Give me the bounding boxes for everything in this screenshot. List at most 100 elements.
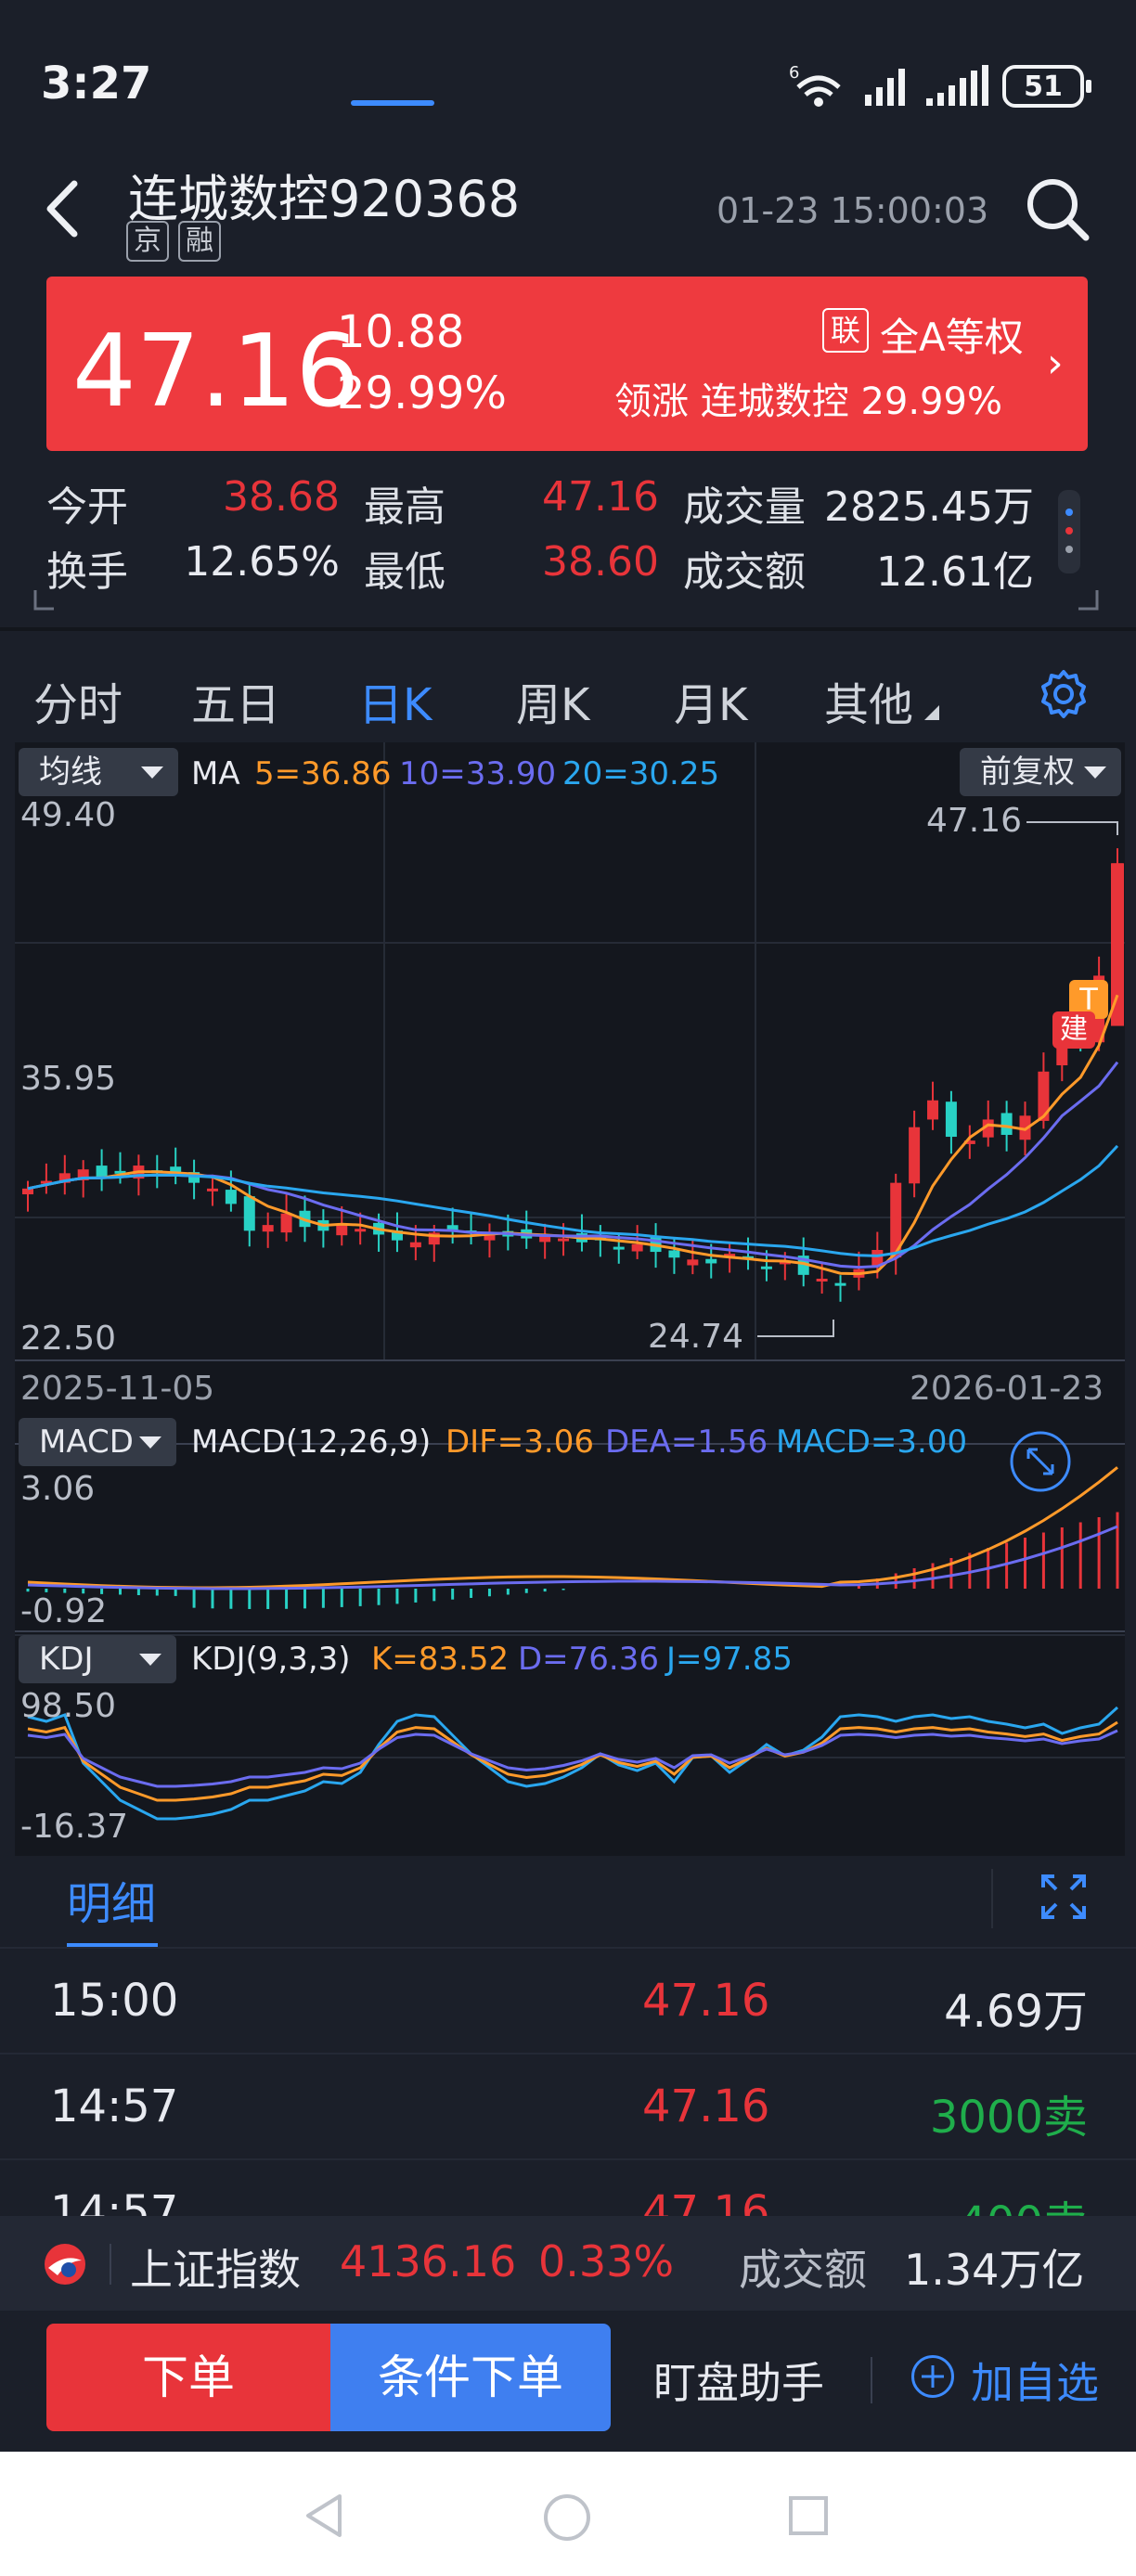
gear-icon[interactable] [1038, 668, 1090, 720]
ma5-value: 5=36.86 [254, 755, 392, 792]
price-axis-mid: 35.95 [20, 1060, 117, 1098]
stat-value-high: 47.16 [542, 473, 659, 521]
candle-body-last [1111, 863, 1124, 1026]
candle-body [243, 1196, 255, 1231]
back-arrow-icon[interactable] [37, 176, 93, 241]
order-button[interactable]: 下单 [46, 2324, 330, 2431]
linked-index-tag: 联 [822, 308, 869, 353]
margin-tag: 融 [178, 221, 221, 262]
candle-body [262, 1225, 274, 1232]
candle-body [206, 1188, 218, 1191]
tab-other[interactable]: 其他 [824, 668, 913, 733]
kdj-dropdown[interactable]: KDJ [19, 1635, 176, 1683]
ma-label: MA [191, 755, 240, 792]
kline-chart [15, 742, 1125, 1821]
search-icon[interactable] [1023, 174, 1091, 243]
nav-back-icon[interactable] [303, 2492, 345, 2539]
index-turnover-label: 成交额 [739, 2245, 867, 2295]
linked-index-name[interactable]: 全A等权 [880, 306, 1024, 363]
candle-body [705, 1258, 717, 1264]
tab-detail[interactable]: 明细 [67, 1867, 156, 1932]
exchange-tag: 京 [126, 221, 169, 262]
nav-home-icon[interactable] [542, 2492, 592, 2543]
chevron-right-icon[interactable]: › [1047, 340, 1064, 387]
stat-value-low: 38.60 [542, 538, 659, 586]
kdj-axis-top: 98.50 [20, 1687, 117, 1725]
trade-time: 14:57 [50, 2080, 179, 2132]
add-watchlist-button[interactable]: 加自选 [971, 2350, 1099, 2411]
candle-body [945, 1101, 957, 1138]
trade-price: 47.16 [642, 2080, 770, 2132]
more-dots-icon [1065, 509, 1073, 553]
candle-body [280, 1213, 292, 1233]
exchange-logo-icon [45, 2244, 85, 2285]
trade-volume: 3000卖 [929, 2092, 1088, 2144]
stat-value-turnover-rate: 12.65% [184, 538, 340, 586]
stock-code: 920368 [329, 170, 521, 228]
candle-body [834, 1282, 846, 1286]
macd-params: MACD(12,26,9) [191, 1423, 432, 1461]
tab-intraday[interactable]: 分时 [33, 668, 123, 733]
change-percent: 29.99% [337, 367, 508, 419]
build-badge[interactable]: 建 [1052, 1011, 1095, 1049]
conditional-order-button[interactable]: 条件下单 [330, 2324, 611, 2431]
sector-leader[interactable]: 领涨 连城数控 29.99% [614, 371, 1002, 425]
tab-weekly-k[interactable]: 周K [516, 668, 589, 733]
kline-chart-area[interactable]: 均线 MA 5=36.86 10=33.90 20=30.25 前复权 49.4… [15, 742, 1125, 1856]
macd-dea: DEA=1.56 [605, 1423, 768, 1461]
date-start: 2025-11-05 [20, 1370, 215, 1408]
macd-value: MACD=3.00 [776, 1423, 968, 1461]
candle-body [355, 1229, 367, 1232]
tab-daily-k[interactable]: 日K [358, 668, 432, 733]
svg-text:6: 6 [789, 63, 799, 83]
trade-time: 14:57 [50, 2186, 179, 2216]
macd-axis-top: 3.06 [20, 1470, 96, 1508]
quote-datetime: 01-23 15:00:03 [716, 190, 989, 231]
index-value: 4136.16 [340, 2236, 517, 2286]
trade-time: 15:00 [50, 1975, 179, 2027]
stat-value-open: 38.68 [223, 473, 340, 521]
stat-label-low: 最低 [364, 548, 445, 596]
divider [110, 2244, 111, 2285]
trade-volume: 4.69万 [944, 1986, 1088, 2038]
signal-icon-2 [926, 65, 988, 106]
index-name: 上证指数 [130, 2245, 301, 2295]
candle-body [558, 1238, 570, 1242]
macd-dif-line [27, 1466, 1118, 1590]
candle-body [816, 1278, 828, 1282]
kdj-j: J=97.85 [666, 1641, 793, 1678]
candle-body [927, 1100, 939, 1120]
candle-body [409, 1242, 421, 1248]
candle-body [687, 1259, 699, 1266]
more-stats-toggle[interactable] [1058, 490, 1080, 573]
status-bar: 3:27 6 51 [0, 0, 1136, 158]
leader-label: 领涨 [614, 380, 689, 423]
system-nav-bar [0, 2452, 1136, 2576]
quote-panel: 47.16 10.88 29.99% 联 全A等权 领涨 连城数控 29.99%… [46, 277, 1088, 451]
candle-body [909, 1127, 921, 1184]
index-turnover: 1.34万亿 [904, 2245, 1085, 2295]
tab-monthly-k[interactable]: 月K [674, 668, 747, 733]
adjust-dropdown[interactable]: 前复权 [960, 748, 1121, 796]
macd-dropdown[interactable]: MACD [19, 1418, 176, 1466]
zoom-diagonal-icon[interactable] [1008, 1429, 1073, 1494]
index-pct: 0.33% [538, 2236, 675, 2286]
candle-body [336, 1225, 348, 1236]
watch-assistant-button[interactable]: 盯盘助手 [653, 2350, 824, 2411]
date-end: 2026-01-23 [910, 1370, 1104, 1408]
stat-value-volume: 2825.45万 [824, 483, 1034, 531]
macd-dif: DIF=3.06 [445, 1423, 594, 1461]
min-price-mark: 24.74 [648, 1318, 744, 1356]
battery-indicator: 51 [1002, 65, 1091, 108]
candle-body [96, 1166, 108, 1178]
change-amount: 10.88 [337, 306, 465, 358]
max-price-mark: 47.16 [926, 802, 1023, 840]
nav-recents-icon[interactable] [787, 2494, 830, 2537]
expand-icon[interactable] [1039, 1873, 1088, 1921]
index-ticker[interactable]: 上证指数 4136.16 0.33% 成交额 1.34万亿 [0, 2216, 1136, 2311]
indicator-dropdown[interactable]: 均线 [19, 748, 178, 796]
kdj-k: K=83.52 [371, 1641, 510, 1678]
stat-value-amount: 12.61亿 [876, 548, 1034, 596]
stat-label-high: 最高 [364, 483, 445, 531]
tab-five-day[interactable]: 五日 [191, 668, 280, 733]
